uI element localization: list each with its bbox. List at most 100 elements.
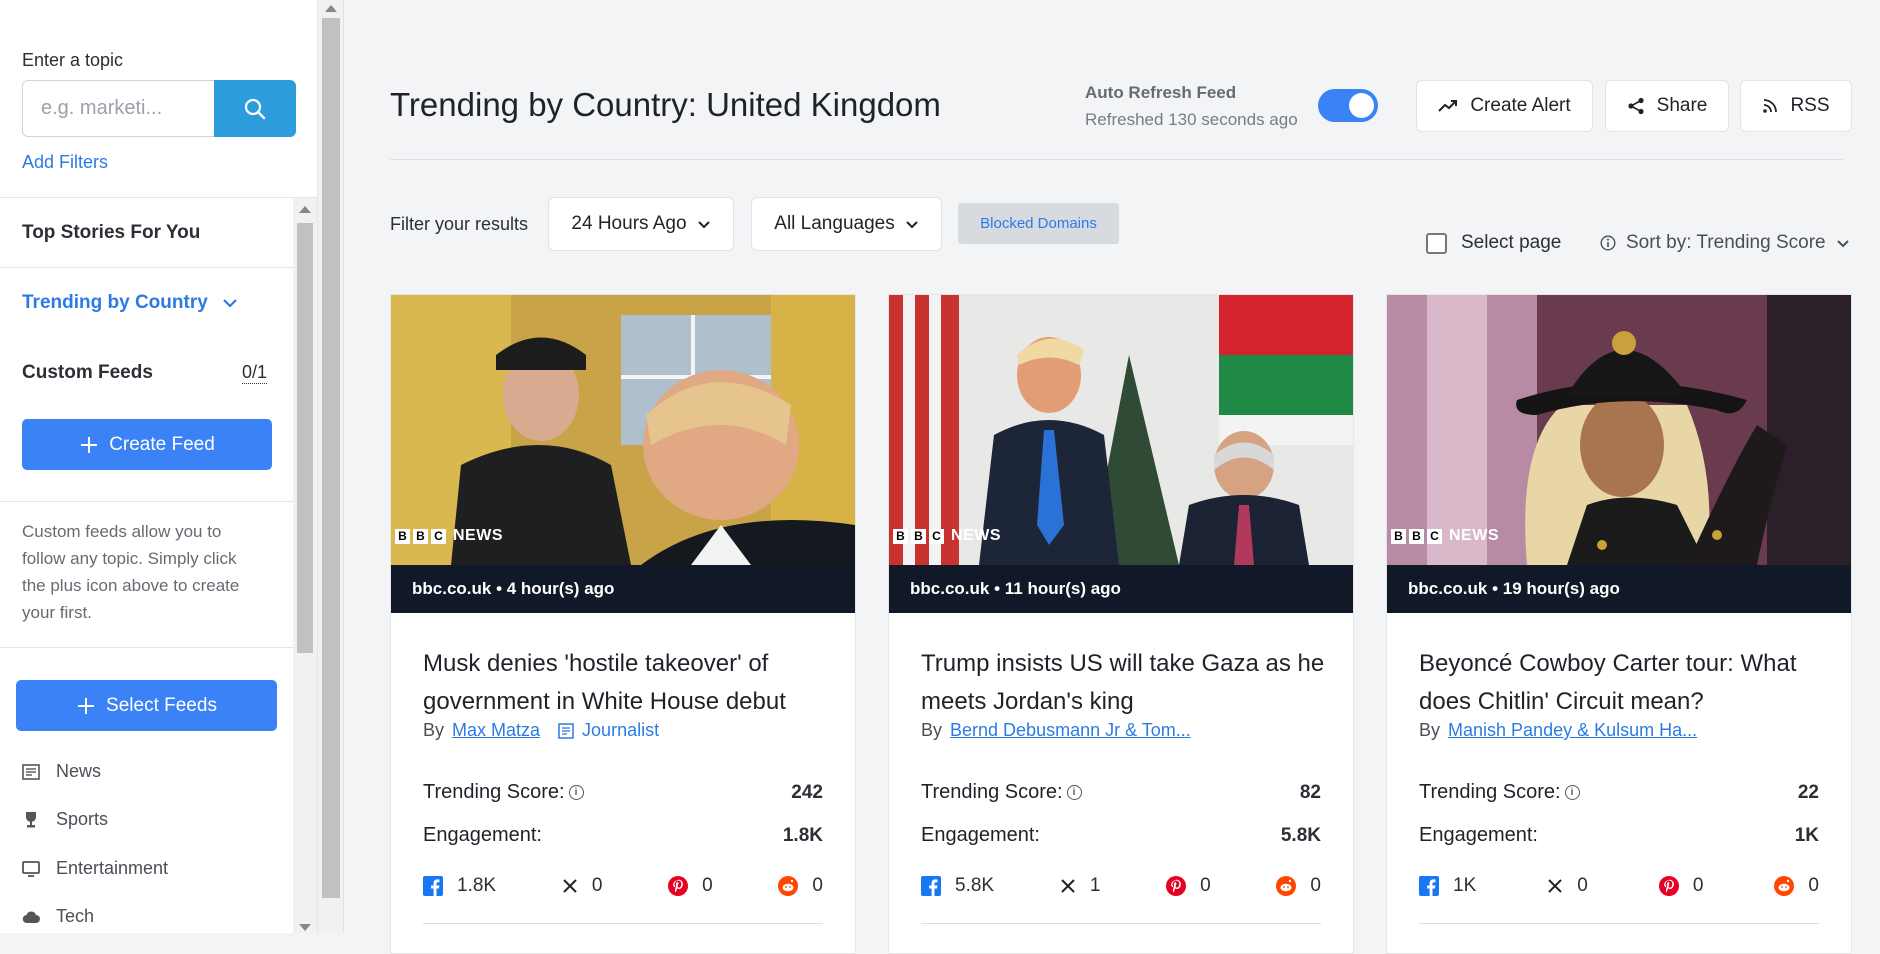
article-image[interactable]: B B C NEWS bbox=[391, 295, 855, 565]
page-scroll-thumb[interactable] bbox=[322, 18, 340, 898]
blocked-domains-button[interactable]: Blocked Domains bbox=[958, 203, 1119, 244]
category-entertainment[interactable]: Entertainment bbox=[22, 858, 168, 879]
sidebar-divider bbox=[0, 197, 318, 198]
x-icon bbox=[1548, 879, 1562, 893]
create-alert-button[interactable]: Create Alert bbox=[1416, 80, 1593, 132]
select-page-label: Select page bbox=[1461, 232, 1562, 253]
engagement-value: 1K bbox=[1794, 824, 1819, 846]
chevron-down-icon bbox=[697, 220, 710, 228]
auto-refresh-label: Auto Refresh Feed bbox=[1085, 83, 1237, 102]
social-stats: 1K 0 0 0 bbox=[1419, 875, 1819, 897]
article-image[interactable]: B B C NEWS bbox=[1387, 295, 1851, 565]
topic-search-input[interactable] bbox=[22, 80, 215, 137]
article-meta: bbc.co.uk • 11 hour(s) ago bbox=[889, 565, 1353, 613]
create-feed-button[interactable]: Create Feed bbox=[22, 419, 272, 470]
share-label: Share bbox=[1656, 95, 1708, 116]
select-page-checkbox[interactable] bbox=[1426, 232, 1447, 254]
trending-by-country-label: Trending by Country bbox=[22, 292, 208, 313]
reddit-stat: 0 bbox=[778, 875, 823, 897]
trending-score-value: 22 bbox=[1797, 781, 1819, 803]
sidebar-scrollbar[interactable] bbox=[293, 198, 317, 933]
trending-up-icon bbox=[1438, 100, 1458, 112]
search-button[interactable] bbox=[214, 80, 296, 137]
article-image[interactable]: B B C NEWS bbox=[889, 295, 1353, 565]
select-feeds-label: Select Feeds bbox=[106, 694, 217, 716]
engagement-row: Engagement: 1.8K bbox=[423, 824, 823, 846]
facebook-icon bbox=[921, 876, 941, 896]
newspaper-icon bbox=[558, 722, 574, 739]
article-card[interactable]: B B C NEWS bbc.co.uk • 4 hour(s) ago Musk d… bbox=[390, 294, 856, 954]
trophy-icon bbox=[22, 811, 40, 829]
scroll-up-arrow[interactable] bbox=[299, 206, 311, 213]
category-label: News bbox=[56, 761, 102, 781]
sidebar-scroll-thumb[interactable] bbox=[297, 223, 313, 653]
scroll-up-arrow[interactable] bbox=[325, 5, 337, 12]
share-button[interactable]: Share bbox=[1605, 80, 1729, 132]
facebook-icon bbox=[423, 876, 443, 896]
pinterest-icon bbox=[1658, 876, 1679, 896]
bbc-news-logo: B B C NEWS bbox=[893, 527, 1001, 545]
share-icon bbox=[1628, 97, 1644, 115]
engagement-value: 1.8K bbox=[782, 824, 823, 846]
scroll-down-arrow[interactable] bbox=[299, 924, 311, 931]
topic-label: Enter a topic bbox=[22, 50, 124, 70]
trending-score-value: 242 bbox=[791, 781, 823, 803]
category-sports[interactable]: Sports bbox=[22, 809, 108, 830]
info-icon[interactable]: i bbox=[1066, 785, 1082, 801]
category-news[interactable]: News bbox=[22, 761, 101, 782]
article-card[interactable]: B B C NEWS bbc.co.uk • 11 hour(s) ago Trump… bbox=[888, 294, 1354, 954]
x-icon bbox=[1061, 879, 1075, 893]
bbc-news-logo: B B C NEWS bbox=[1391, 527, 1499, 545]
article-title[interactable]: Trump insists US will take Gaza as he me… bbox=[921, 645, 1331, 721]
social-stats: 5.8K 1 0 0 bbox=[921, 875, 1321, 897]
sort-dropdown[interactable]: Sort by: Trending Score bbox=[1600, 232, 1850, 254]
sidebar-divider bbox=[0, 647, 294, 648]
language-filter-dropdown[interactable]: All Languages bbox=[751, 197, 942, 251]
author-link[interactable]: Manish Pandey & Kulsum Ha... bbox=[1448, 720, 1697, 741]
category-label: Sports bbox=[56, 809, 109, 829]
time-filter-value: 24 Hours Ago bbox=[571, 213, 687, 234]
info-icon[interactable]: i bbox=[1564, 785, 1580, 801]
pinterest-stat: 0 bbox=[1658, 875, 1703, 897]
search-icon bbox=[244, 98, 266, 119]
page-title: Trending by Country: United Kingdom bbox=[390, 86, 941, 123]
newspaper-icon bbox=[22, 763, 40, 781]
x-stat: 1 bbox=[1060, 875, 1100, 897]
facebook-stat: 1.8K bbox=[423, 875, 496, 897]
engagement-row: Engagement: 1K bbox=[1419, 824, 1819, 846]
x-icon bbox=[563, 879, 577, 893]
select-feeds-button[interactable]: Select Feeds bbox=[16, 680, 277, 731]
info-icon[interactable]: i bbox=[568, 785, 584, 801]
facebook-icon bbox=[1419, 876, 1439, 896]
card-divider bbox=[921, 923, 1321, 924]
pinterest-icon bbox=[668, 876, 689, 896]
chevron-down-icon bbox=[223, 299, 237, 308]
author-link[interactable]: Max Matza bbox=[452, 720, 540, 741]
article-title[interactable]: Beyoncé Cowboy Carter tour: What does Ch… bbox=[1419, 645, 1829, 721]
custom-feeds-heading: Custom Feeds bbox=[22, 362, 153, 383]
page-scrollbar[interactable] bbox=[318, 0, 344, 933]
reddit-stat: 0 bbox=[1276, 875, 1321, 897]
trending-score-row: Trending Score: i 82 bbox=[921, 781, 1321, 803]
auto-refresh-toggle[interactable] bbox=[1318, 89, 1378, 122]
x-stat: 0 bbox=[562, 875, 602, 897]
rss-button[interactable]: RSS bbox=[1740, 80, 1852, 132]
add-filters-link[interactable]: Add Filters bbox=[22, 152, 108, 173]
trending-by-country-link[interactable]: Trending by Country bbox=[22, 292, 238, 314]
select-page-control[interactable]: Select page bbox=[1426, 232, 1561, 254]
article-byline: By Max Matza Journalist bbox=[423, 720, 660, 741]
article-byline: By Bernd Debusmann Jr & Tom... bbox=[921, 720, 1191, 741]
category-tech[interactable]: Tech bbox=[22, 906, 94, 927]
reddit-icon bbox=[1774, 876, 1795, 896]
create-alert-label: Create Alert bbox=[1470, 95, 1571, 116]
author-link[interactable]: Bernd Debusmann Jr & Tom... bbox=[950, 720, 1191, 741]
top-stories-heading[interactable]: Top Stories For You bbox=[22, 222, 200, 244]
journalist-tag[interactable]: Journalist bbox=[558, 720, 659, 741]
sidebar-divider bbox=[0, 501, 294, 502]
time-filter-dropdown[interactable]: 24 Hours Ago bbox=[548, 197, 734, 251]
filter-label: Filter your results bbox=[390, 214, 529, 234]
custom-feeds-help: Custom feeds allow you to follow any top… bbox=[22, 522, 240, 622]
trending-score-value: 82 bbox=[1299, 781, 1321, 803]
article-card[interactable]: B B C NEWS bbc.co.uk • 19 hour(s) ago Beyon… bbox=[1386, 294, 1852, 954]
article-title[interactable]: Musk denies 'hostile takeover' of govern… bbox=[423, 645, 833, 721]
